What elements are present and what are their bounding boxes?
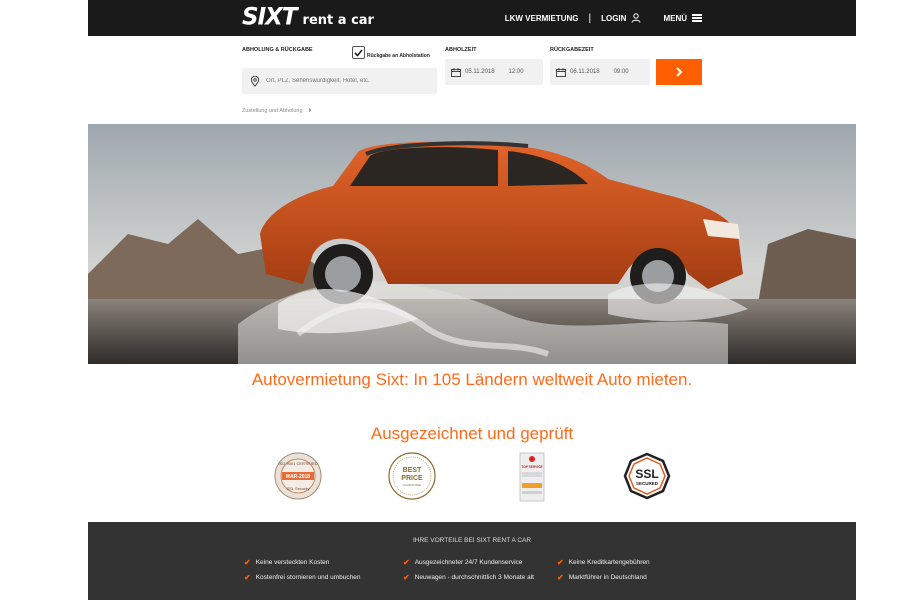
checkbox[interactable] [352,46,365,59]
return-same-station-checkbox[interactable]: Rückgabe an Abholstation [352,46,430,59]
hero-car-illustration [88,124,856,364]
nav-menu-label: MENÜ [663,13,687,23]
location-pin-icon [250,75,260,87]
return-time-label: RÜCKGABEZEIT [550,47,594,53]
header-nav: LKW VERMIETUNG | LOGIN MENÜ [505,0,702,36]
benefit-label: Marktführer in Deutschland [568,574,647,581]
hamburger-icon [692,14,702,22]
location-field[interactable] [242,68,437,94]
logo-subtitle: rent a car [302,13,374,28]
check-icon: ✔ [403,573,410,582]
pickup-time-label: ABHOLZEIT [445,47,477,53]
chevron-right-icon: › [308,107,311,114]
search-submit-button[interactable] [656,59,702,85]
calendar-icon [556,67,566,77]
delivery-pickup-link[interactable]: Zustellung und Abholung › [242,107,311,114]
pickup-time-value: 12:00 [508,69,524,75]
badge2-line3: GUARANTEE [403,483,422,487]
check-icon: ✔ [244,558,251,567]
badge1-bottom-text: SSL Security [287,486,310,491]
badge2-line1: BEST [403,467,422,474]
chevron-right-icon [676,67,683,77]
booking-widget: ABHOLUNG & RÜCKGABE Rückgabe an Abholsta… [88,36,856,124]
benefits-heading: IHRE VORTEILE BEI SIXT RENT A CAR [412,537,532,544]
badge1-date-text: MAR-2018 [286,474,310,480]
page: SIXT rent a car LKW VERMIETUNG | LOGIN M… [0,0,900,600]
benefit-item: ✔ Keine Kreditkartengebühren [557,558,650,567]
pickup-datetime-field[interactable]: 05.11.2018 12:00 [445,59,543,85]
nav-login-label: LOGIN [601,13,627,23]
nav-separator: | [588,12,592,24]
awards-badges: ISO 9001 CERTIFIED MAR-2018 SSL Security… [88,452,856,504]
awards-heading: Ausgezeichnet und geprüft [370,424,574,443]
badge4-line1: SSL [635,467,658,481]
top-navigation-bar: SIXT rent a car LKW VERMIETUNG | LOGIN M… [88,0,856,36]
benefit-item: ✔ Kostenfrei stornieren und umbuchen [244,573,361,582]
benefit-label: Kostenfrei stornieren und umbuchen [255,574,361,581]
pickup-date-value: 05.11.2018 [465,69,495,75]
check-icon: ✔ [557,558,564,567]
benefit-item: ✔ Keine versteckten Kosten [244,558,329,567]
pickup-return-label: ABHOLUNG & RÜCKGABE [242,47,313,53]
best-price-badge: BEST PRICE GUARANTEE [388,452,436,505]
benefit-label: Keine versteckten Kosten [255,559,330,566]
sixt-logo[interactable]: SIXT rent a car [242,3,374,32]
return-date-value: 06.11.2018 [570,69,600,75]
benefit-item: ✔ Ausgezeichneter 24/7 Kundenservice [403,558,522,567]
calendar-icon [451,67,461,77]
check-icon: ✔ [244,573,251,582]
check-icon: ✔ [403,558,410,567]
top-service-badge: TOP SERVICE [519,452,545,507]
checkmark-icon [354,48,363,57]
return-same-station-label: Rückgabe an Abholstation [367,53,430,59]
hero-image [88,124,856,364]
return-datetime-field[interactable]: 06.11.2018 09:00 [550,59,650,85]
site-frame: SIXT rent a car LKW VERMIETUNG | LOGIN M… [88,0,856,600]
nav-menu-button[interactable]: MENÜ [663,14,702,23]
benefit-label: Neuwagen - durchschnittlich 3 Monate alt [414,574,534,581]
badge2-line2: PRICE [401,475,423,482]
benefit-item: ✔ Marktführer in Deutschland [557,573,647,582]
user-icon [631,13,641,23]
logo-wordmark: SIXT [242,3,298,31]
benefit-label: Keine Kreditkartengebühren [568,559,650,566]
badge1-top-text: ISO 9001 CERTIFIED [278,461,317,466]
nav-truck-rental-link[interactable]: LKW VERMIETUNG [505,14,579,23]
benefit-item: ✔ Neuwagen - durchschnittlich 3 Monate al… [403,573,534,582]
main-tagline: Autovermietung Sixt: In 105 Ländern welt… [251,370,693,389]
benefits-footer: IHRE VORTEILE BEI SIXT RENT A CAR ✔ Keine… [88,522,856,600]
ssl-secured-badge: SSL SECURED [623,452,671,505]
iso-certified-badge: ISO 9001 CERTIFIED MAR-2018 SSL Security [274,452,322,505]
badge4-line2: SECURED [636,481,659,486]
nav-truck-label: LKW VERMIETUNG [504,13,579,23]
delivery-pickup-label: Zustellung und Abholung [242,107,303,114]
nav-login-link[interactable]: LOGIN [601,13,641,23]
return-time-value: 09:00 [613,69,629,75]
check-icon: ✔ [557,573,564,582]
location-input[interactable] [266,78,426,84]
benefit-label: Ausgezeichneter 24/7 Kundenservice [414,559,523,566]
badge3-text: TOP SERVICE [521,465,542,469]
